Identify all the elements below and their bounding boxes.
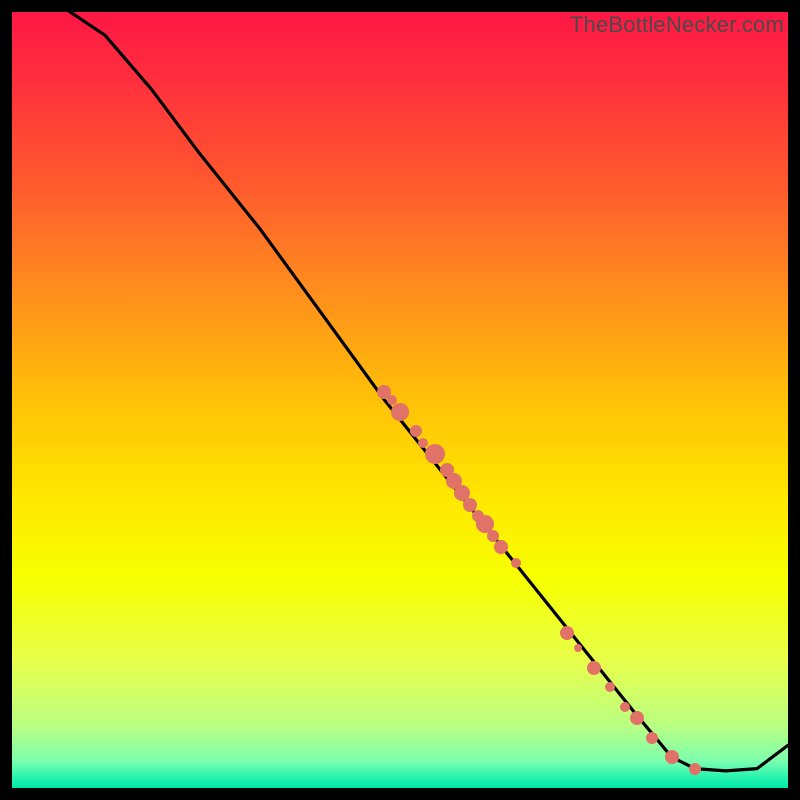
- data-points-layer: [12, 12, 788, 788]
- data-point: [511, 558, 521, 568]
- data-point: [418, 438, 428, 448]
- chart-frame: TheBottleNecker.com: [0, 0, 800, 800]
- data-point: [665, 750, 679, 764]
- data-point: [630, 711, 644, 725]
- data-point: [425, 444, 445, 464]
- data-point: [689, 763, 701, 775]
- data-point: [646, 732, 658, 744]
- data-point: [391, 403, 409, 421]
- data-point: [494, 540, 508, 554]
- plot-area: [12, 12, 788, 788]
- data-point: [463, 498, 477, 512]
- data-point: [574, 644, 582, 652]
- data-point: [620, 702, 630, 712]
- data-point: [587, 661, 601, 675]
- data-point: [410, 425, 422, 437]
- data-point: [605, 682, 615, 692]
- data-point: [560, 626, 574, 640]
